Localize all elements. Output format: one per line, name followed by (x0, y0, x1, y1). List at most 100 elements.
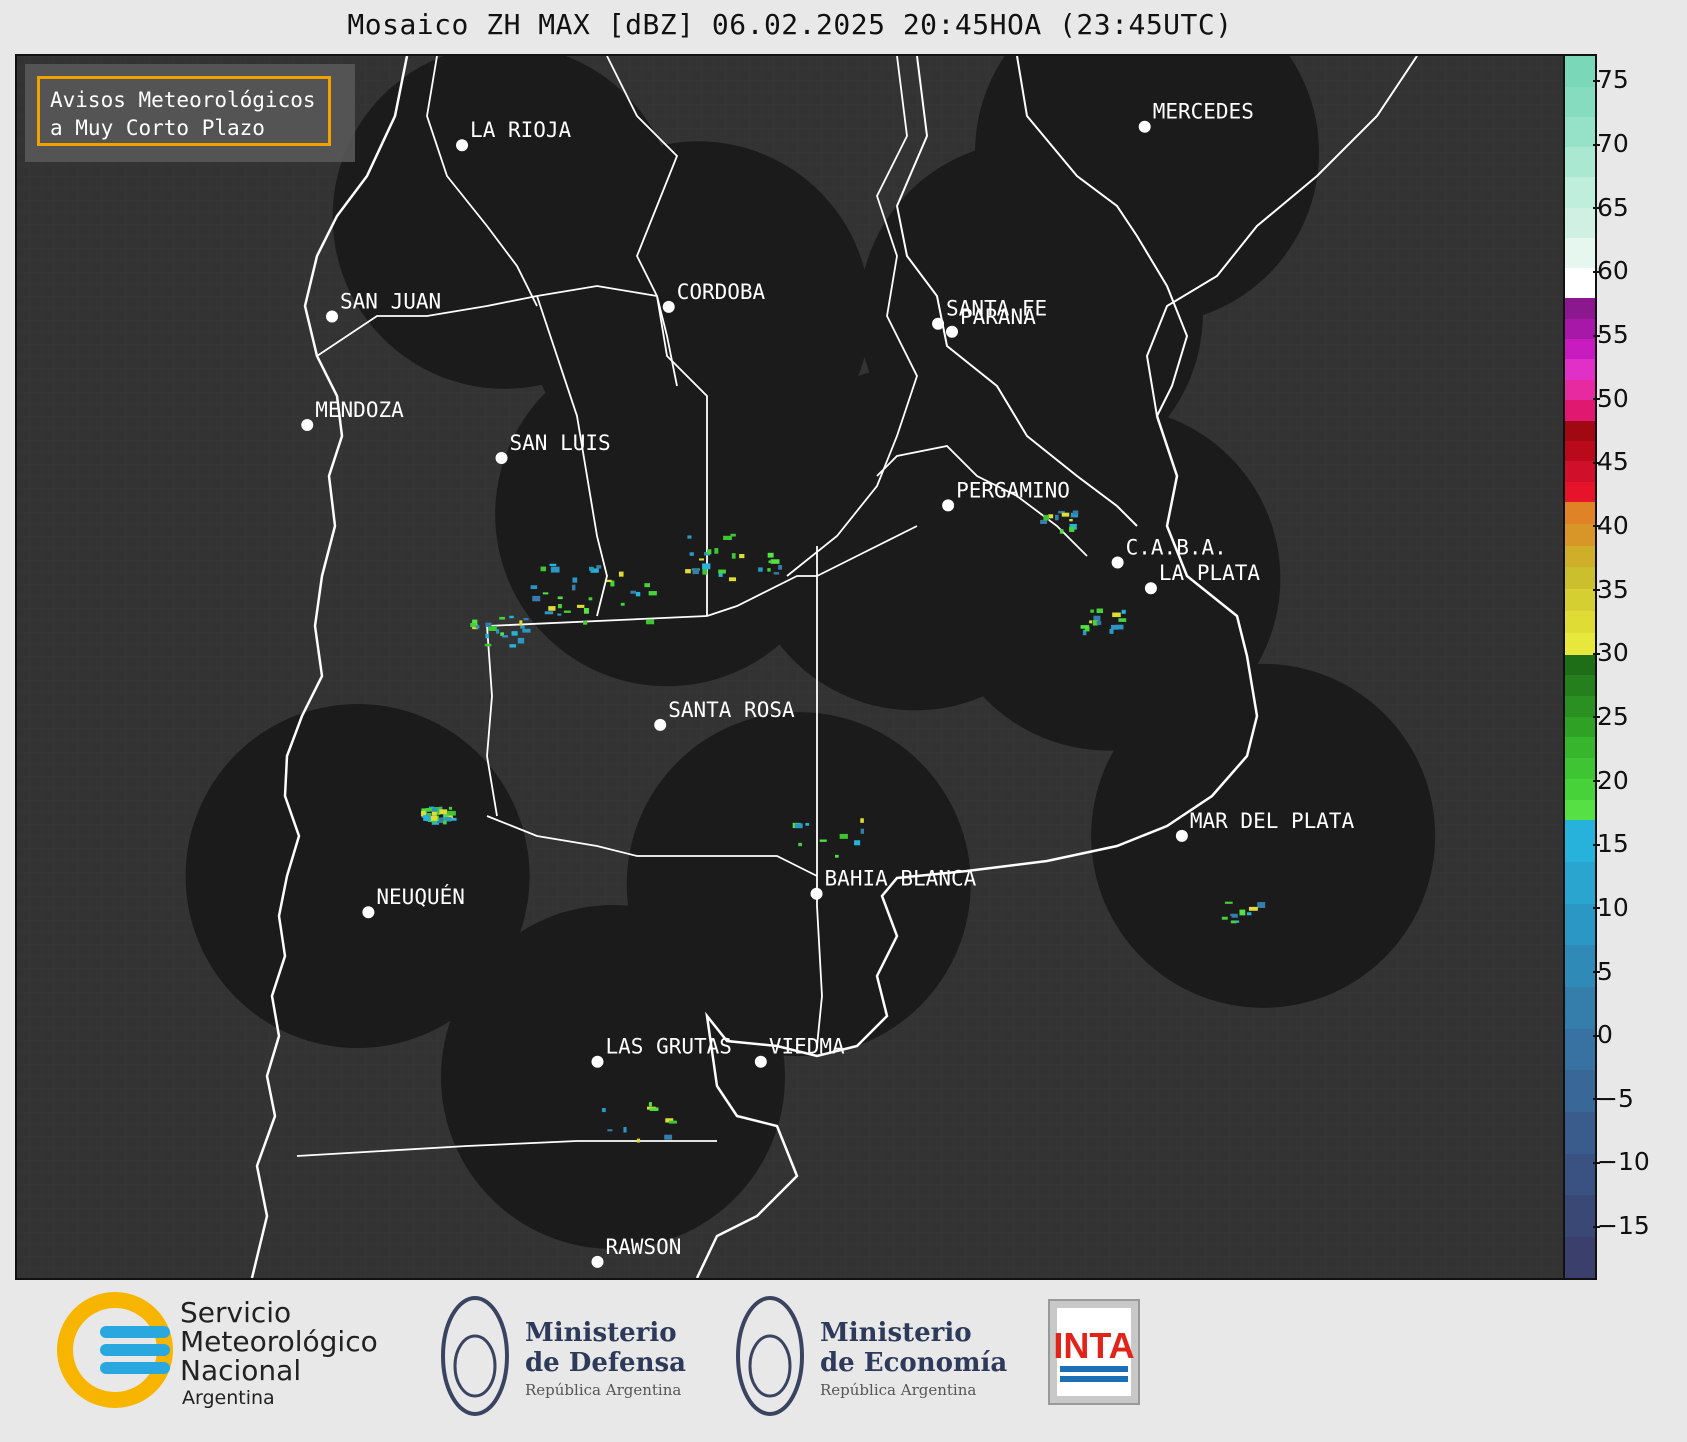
radar-echo (649, 1107, 659, 1111)
colorbar-segment (1565, 566, 1595, 590)
colorbar-segment (1565, 1153, 1595, 1196)
radar-echo (630, 590, 637, 594)
radar-echo (1111, 624, 1119, 630)
colorbar-tick-label: 55 (1593, 320, 1629, 350)
defensa-line-3: República Argentina (525, 1381, 681, 1399)
colorbar-tick-label: 35 (1593, 574, 1629, 604)
city-dot-icon (810, 887, 823, 900)
colorbar-segment (1565, 799, 1595, 821)
alert-box: Avisos Meteorológicos a Muy Corto Plazo (25, 64, 355, 162)
colorbar-segment (1565, 1111, 1595, 1154)
radar-echo (773, 572, 780, 575)
colorbar-segment (1565, 267, 1595, 299)
radar-echo (685, 569, 691, 574)
city-label: SAN LUIS (510, 431, 611, 455)
colorbar-segment (1565, 56, 1595, 87)
defensa-line-1: Ministerio (525, 1318, 677, 1348)
city-dot-icon (654, 718, 667, 731)
radar-echo (644, 583, 651, 588)
colorbar-tick-label: −5 (1593, 1083, 1634, 1113)
smn-logo[interactable]: Servicio Meteorológico Nacional Argentin… (57, 1292, 378, 1409)
city-dot-icon (1175, 829, 1188, 842)
colorbar-segment (1565, 1236, 1595, 1278)
colorbar-segment (1565, 86, 1595, 117)
radar-echo (798, 842, 802, 847)
economia-line-2: de Economía (820, 1348, 1007, 1378)
radar-echo (805, 823, 810, 826)
radar-echo (714, 548, 719, 554)
colorbar-segment (1565, 146, 1595, 178)
colorbar-segment (1565, 440, 1595, 462)
radar-echo (768, 560, 773, 564)
colorbar-segment (1565, 297, 1595, 319)
radar-echo (648, 591, 657, 596)
radar-echo (607, 1129, 613, 1132)
city-dot-icon (495, 451, 508, 464)
radar-echo (728, 577, 737, 582)
city-dot-icon (362, 906, 375, 919)
radar-coverage-disc (742, 366, 1087, 711)
colorbar-segment (1565, 420, 1595, 441)
defensa-logo[interactable]: Ministerio de Defensa República Argentin… (441, 1296, 686, 1416)
radar-echo (1118, 618, 1127, 622)
smn-wave-icon (100, 1362, 170, 1374)
city-dot-icon (326, 310, 339, 323)
radar-echo (668, 1120, 677, 1124)
colorbar-tick-label: 40 (1593, 510, 1629, 540)
logos-svg: Servicio Meteorológico Nacional Argentin… (57, 1292, 1140, 1416)
radar-echo (583, 621, 588, 625)
radar-echo (1230, 913, 1235, 916)
radar-echo (623, 1126, 627, 1133)
colorbar-segment (1565, 399, 1595, 421)
city-label: SAN JUAN (340, 289, 441, 313)
city-label: CORDOBA (677, 280, 766, 304)
city-label: PERGAMINO (956, 478, 1070, 502)
radar-echo (758, 567, 763, 572)
colorbar-segment (1565, 207, 1595, 238)
smn-wave-icon (100, 1326, 170, 1338)
colorbar-segment (1565, 338, 1595, 360)
radar-echo (448, 806, 453, 810)
radar-echo (839, 833, 848, 839)
city-label: MENDOZA (315, 398, 404, 422)
alert-line-1: Avisos Meteorológicos (50, 88, 316, 112)
radar-echo (583, 608, 589, 614)
economia-logo[interactable]: Ministerio de Economía República Argenti… (736, 1296, 1007, 1416)
radar-echo (1090, 609, 1095, 613)
colorbar-tick-label: 10 (1593, 892, 1629, 922)
radar-echo (702, 569, 708, 575)
radar-echo (1221, 916, 1228, 920)
city-dot-icon (591, 1255, 604, 1268)
radar-echo (1089, 620, 1093, 624)
map-title: Mosaico ZH MAX [dBZ] 06.02.2025 20:45HOA… (347, 8, 1233, 41)
dbz-colorbar (1563, 54, 1597, 1280)
radar-echo (447, 810, 456, 816)
smn-line-3: Nacional (180, 1354, 301, 1387)
radar-echo (1043, 514, 1049, 521)
radar-echo (636, 1138, 641, 1143)
radar-echo (1121, 609, 1126, 614)
radar-echo (645, 619, 655, 625)
radar-echo (549, 563, 557, 567)
inta-text: INTA (1053, 1325, 1134, 1366)
city-label: NEUQUÉN (376, 884, 465, 909)
radar-map[interactable]: LA RIOJA SAN JUAN CORDOBA SANTA FE PARANA MER… (15, 54, 1567, 1280)
radar-echo (443, 820, 447, 825)
colorbar-tick-label: 20 (1593, 765, 1629, 795)
radar-echo (589, 566, 594, 571)
radar-echo (423, 815, 432, 821)
radar-echo (1069, 526, 1075, 532)
radar-echo (542, 592, 549, 595)
colorbar-segment (1565, 654, 1595, 676)
city-label: LA PLATA (1159, 561, 1261, 585)
smn-line-4: Argentina (182, 1387, 275, 1409)
colorbar-segment (1565, 1069, 1595, 1112)
defensa-line-2: de Defensa (525, 1348, 686, 1378)
colorbar-segment (1565, 176, 1595, 208)
radar-echo (557, 613, 562, 616)
radar-echo (548, 606, 556, 611)
inta-logo[interactable]: INTA (1048, 1299, 1140, 1405)
radar-echo (1246, 912, 1252, 916)
city-label: MAR DEL PLATA (1190, 809, 1355, 833)
alert-box-frame[interactable]: Avisos Meteorológicos a Muy Corto Plazo (37, 76, 331, 146)
